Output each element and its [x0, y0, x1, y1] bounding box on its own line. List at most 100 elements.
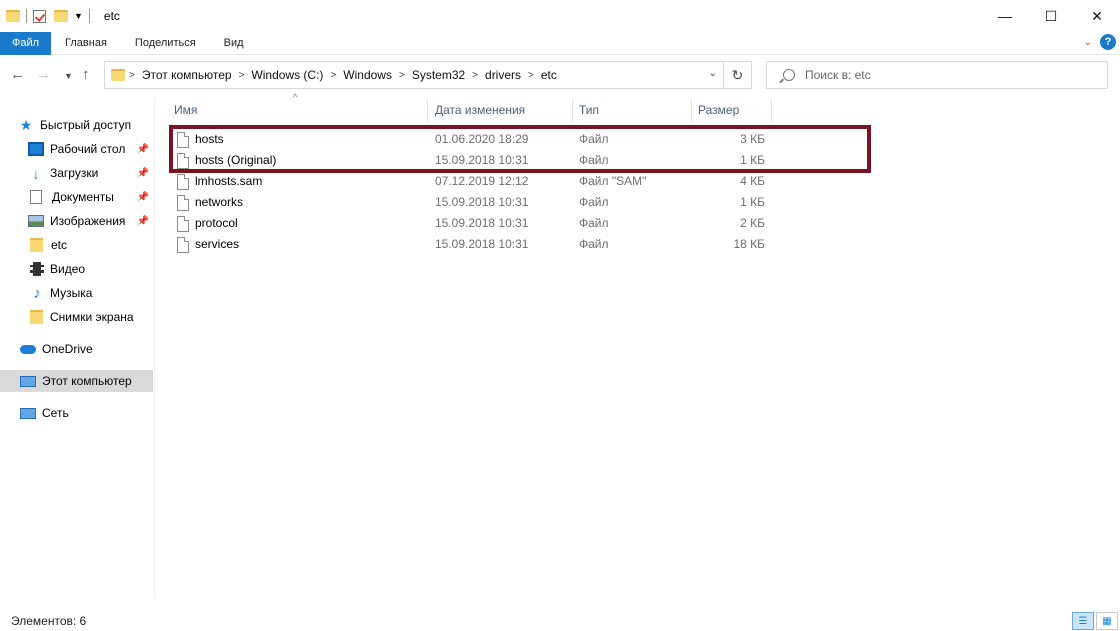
file-name: networks	[195, 195, 244, 209]
file-icon	[177, 216, 189, 232]
sidebar-item-label: Этот компьютер	[42, 374, 132, 388]
view-switcher: ☰ ▦	[1072, 612, 1118, 630]
breadcrumb-separator: >	[528, 69, 534, 81]
tab-share[interactable]: Поделиться	[121, 32, 210, 55]
breadcrumb-windows[interactable]: Windows	[343, 68, 392, 82]
file-date: 15.09.2018 10:31	[435, 216, 529, 230]
file-type: Файл "SAM"	[579, 174, 647, 188]
file-row[interactable]: protocol 15.09.2018 10:31 Файл 2 КБ	[170, 212, 770, 233]
refresh-button[interactable]: ↻	[724, 61, 752, 89]
breadcrumb-etc[interactable]: etc	[541, 68, 557, 82]
sidebar-item-onedrive[interactable]: OneDrive	[0, 338, 153, 360]
breadcrumb-separator: >	[129, 69, 135, 81]
sidebar-item-videos[interactable]: Видео	[0, 258, 153, 280]
status-bar: Элементов: 6 ☰ ▦	[0, 610, 1120, 631]
expand-ribbon-chevron-icon[interactable]: ⌄	[1084, 37, 1092, 48]
navigation-bar: ← → ▼ ↑ > Этот компьютер > Windows (C:) …	[0, 56, 1120, 94]
help-icon[interactable]: ?	[1100, 34, 1116, 50]
sidebar-item-pictures[interactable]: Изображения 📌	[0, 210, 153, 232]
breadcrumb-separator: >	[472, 69, 479, 81]
details-view-icon[interactable]: ☰	[1072, 612, 1094, 630]
forward-arrow-icon[interactable]: →	[36, 66, 51, 83]
sidebar-item-downloads[interactable]: ↓ Загрузки 📌	[0, 162, 153, 184]
sidebar-item-this-pc[interactable]: Этот компьютер	[0, 370, 153, 392]
tab-view[interactable]: Вид	[210, 32, 258, 55]
breadcrumb-system32[interactable]: System32	[412, 68, 465, 82]
file-row[interactable]: lmhosts.sam 07.12.2019 12:12 Файл "SAM" …	[170, 170, 770, 191]
breadcrumb-drivers[interactable]: drivers	[485, 68, 521, 82]
navigation-pane: ★ Быстрый доступ Рабочий стол 📌 ↓ Загруз…	[0, 98, 155, 598]
breadcrumb-windows-c[interactable]: Windows (C:)	[251, 68, 323, 82]
address-bar[interactable]: > Этот компьютер > Windows (C:) > Window…	[104, 61, 724, 89]
column-header-date[interactable]: Дата изменения	[429, 98, 573, 122]
pin-icon[interactable]: 📌	[137, 192, 149, 203]
sidebar-item-documents[interactable]: Документы 📌	[0, 186, 153, 208]
up-arrow-icon[interactable]: ↑	[82, 66, 90, 83]
breadcrumb-separator: >	[238, 69, 245, 81]
sidebar-item-network[interactable]: Сеть	[0, 402, 153, 424]
address-dropdown-chevron-icon[interactable]: ⌄	[709, 68, 717, 79]
file-size: 4 КБ	[740, 174, 765, 188]
customize-toolbar-chevron-icon[interactable]: ▼	[74, 11, 83, 21]
column-header-size[interactable]: Размер	[692, 98, 772, 122]
tab-file[interactable]: Файл	[0, 31, 52, 55]
search-placeholder: Поиск в: etc	[805, 68, 871, 82]
new-folder-icon[interactable]	[54, 10, 68, 22]
file-name: protocol	[195, 216, 238, 230]
sidebar-item-desktop[interactable]: Рабочий стол 📌	[0, 138, 153, 160]
folder-icon	[30, 310, 43, 324]
folder-icon[interactable]	[6, 10, 20, 22]
large-icons-view-icon[interactable]: ▦	[1096, 612, 1118, 630]
file-row[interactable]: services 15.09.2018 10:31 Файл 18 КБ	[170, 233, 770, 254]
search-icon	[783, 69, 795, 81]
close-button[interactable]: ✕	[1074, 0, 1120, 32]
sidebar-item-label: Музыка	[50, 286, 93, 300]
search-input[interactable]: Поиск в: etc	[766, 61, 1108, 89]
pin-icon[interactable]: 📌	[137, 144, 149, 155]
sidebar-item-screenshots[interactable]: Снимки экрана	[0, 306, 153, 328]
sidebar-item-quick-access[interactable]: ★ Быстрый доступ	[0, 114, 153, 136]
sidebar-item-label: etc	[51, 238, 68, 252]
back-arrow-icon[interactable]: ←	[10, 66, 25, 83]
tab-home[interactable]: Главная	[51, 32, 121, 55]
file-size: 2 КБ	[740, 216, 765, 230]
sidebar-item-label: Изображения	[50, 214, 126, 228]
properties-icon[interactable]	[33, 9, 46, 23]
file-type: Файл	[579, 216, 609, 230]
sidebar-item-label: Загрузки	[50, 166, 99, 180]
file-name: services	[195, 237, 240, 251]
refresh-icon: ↻	[731, 66, 744, 83]
file-date: 07.12.2019 12:12	[435, 174, 529, 188]
file-row[interactable]: networks 15.09.2018 10:31 Файл 1 КБ	[170, 191, 770, 212]
file-date: 15.09.2018 10:31	[435, 195, 529, 209]
quick-access-toolbar: ▼	[0, 0, 96, 32]
sidebar-item-label: Документы	[52, 190, 114, 204]
sidebar-item-etc[interactable]: etc	[0, 234, 153, 256]
breadcrumb-separator: >	[398, 69, 405, 81]
file-type: Файл	[579, 237, 609, 251]
breadcrumb-separator: >	[330, 69, 337, 81]
documents-icon	[30, 190, 42, 204]
item-count: Элементов: 6	[11, 613, 87, 628]
file-date: 15.09.2018 10:31	[435, 237, 529, 251]
download-icon: ↓	[32, 166, 40, 182]
sidebar-item-label: Сеть	[42, 406, 69, 420]
network-icon	[20, 407, 36, 419]
column-header-name[interactable]: Имя	[168, 98, 428, 122]
folder-icon	[111, 69, 125, 81]
file-icon	[177, 174, 189, 190]
maximize-button[interactable]: ☐	[1028, 0, 1074, 32]
breadcrumb-this-pc[interactable]: Этот компьютер	[142, 68, 232, 82]
pictures-icon	[28, 215, 44, 227]
music-icon: ♪	[33, 284, 41, 302]
pin-icon[interactable]: 📌	[137, 216, 149, 227]
highlight-annotation	[169, 125, 871, 173]
recent-locations-chevron-icon[interactable]: ▼	[64, 71, 73, 81]
file-name: lmhosts.sam	[195, 174, 263, 188]
sidebar-item-music[interactable]: ♪ Музыка	[0, 282, 153, 304]
file-size: 18 КБ	[733, 237, 765, 251]
column-header-type[interactable]: Тип	[573, 98, 692, 122]
minimize-button[interactable]: —	[982, 0, 1028, 32]
title-bar: ▼ etc — ☐ ✕	[0, 0, 1120, 32]
pin-icon[interactable]: 📌	[137, 168, 149, 179]
